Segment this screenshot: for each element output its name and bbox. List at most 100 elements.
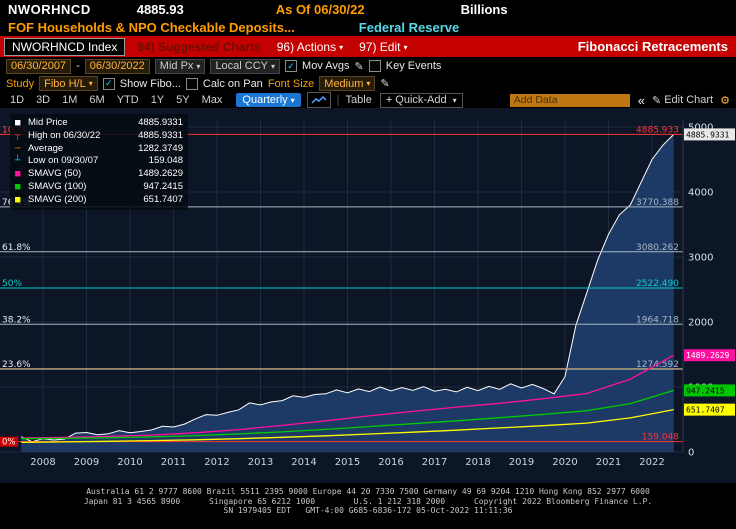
svg-text:2017: 2017 [422, 457, 447, 468]
function-bar: NWORHNCD Index 94) Suggested Charts 96) … [0, 36, 736, 57]
title-row: NWORHNCD 4885.93 As Of 06/30/22 Billions [0, 0, 736, 18]
legend-label: Mid Price [28, 117, 68, 128]
legend-row: ┬ High on 06/30/22 4885.9331 [15, 130, 183, 143]
legend-value: 4885.9331 [138, 117, 183, 128]
legend-value: 159.048 [148, 155, 183, 167]
legend-value: 1282.3749 [138, 142, 183, 154]
mov-avgs-edit-icon[interactable] [355, 60, 364, 73]
svg-text:2008: 2008 [30, 457, 55, 468]
legend-row: ■ SMAVG (100) 947.2415 [15, 181, 183, 194]
price-chart[interactable]: 0100020003000400050004885.933100%3770.38… [0, 108, 736, 483]
period-tab-1d[interactable]: 1D [4, 94, 30, 106]
study-dropdown[interactable]: Fibo H/L [39, 76, 98, 91]
description-row: FOF Households & NPO Checkable Deposits.… [0, 18, 736, 36]
svg-text:2022: 2022 [639, 457, 664, 468]
collapse-panel-icon[interactable] [638, 93, 645, 108]
period-tab-max[interactable]: Max [196, 94, 229, 106]
svg-text:2010: 2010 [117, 457, 142, 468]
period-tab-6m[interactable]: 6M [83, 94, 110, 106]
svg-text:2522.490: 2522.490 [636, 279, 679, 289]
svg-text:2018: 2018 [465, 457, 490, 468]
svg-text:2011: 2011 [161, 457, 186, 468]
frequency-dropdown[interactable]: Quarterly [236, 93, 301, 107]
period-tab-1y[interactable]: 1Y [145, 94, 170, 106]
svg-text:61.8%: 61.8% [2, 243, 31, 253]
svg-text:2009: 2009 [74, 457, 99, 468]
period-tab-5y[interactable]: 5Y [170, 94, 195, 106]
terminal-footer: Australia 61 2 9777 8600 Brazil 5511 239… [0, 483, 736, 529]
function-title: Fibonacci Retracements [577, 39, 728, 54]
table-button[interactable]: Table [346, 94, 372, 106]
ticker-symbol: NWORHNCD [8, 1, 91, 17]
legend-swatch-icon: ─ [15, 143, 21, 154]
footer-session-info: SN 1979405 EDT GMT-4:00 G685-6836-172 05… [223, 506, 513, 515]
currency-dropdown[interactable]: Local CCY [210, 58, 281, 74]
svg-text:2013: 2013 [248, 457, 273, 468]
svg-text:23.6%: 23.6% [2, 360, 31, 370]
legend-label: Low on 09/30/07 [28, 155, 99, 167]
key-events-checkbox[interactable] [368, 60, 381, 72]
period-tab-3d[interactable]: 3D [30, 94, 56, 106]
font-size-dropdown[interactable]: Medium [319, 76, 376, 91]
study-toolbar: Study Fibo H/L Show Fibo... Calc on Pan … [0, 75, 736, 92]
mov-avgs-label: Mov Avgs [302, 60, 350, 72]
edit-chart-button[interactable]: Edit Chart [652, 94, 713, 107]
edit-menu[interactable]: 97) Edit [359, 40, 407, 54]
as-of-date: As Of 06/30/22 [275, 1, 365, 17]
font-size-label: Font Size [267, 77, 315, 90]
security-selector[interactable]: NWORHNCD Index [4, 37, 126, 56]
legend-swatch-icon: ■ [15, 194, 21, 205]
svg-text:38.2%: 38.2% [2, 315, 31, 325]
legend-label: SMAVG (200) [28, 193, 87, 205]
svg-text:3000: 3000 [688, 253, 713, 264]
date-from-input[interactable]: 06/30/2007 [6, 58, 72, 74]
date-range-dash: - [76, 60, 80, 72]
svg-text:2014: 2014 [291, 457, 316, 468]
legend-value: 4885.9331 [138, 129, 183, 141]
legend-swatch-icon: ┴ [15, 156, 21, 167]
date-to-input[interactable]: 06/30/2022 [84, 58, 150, 74]
suggested-charts-button[interactable]: 94) Suggested Charts [137, 40, 260, 54]
legend-row: ■ SMAVG (50) 1489.2629 [15, 168, 183, 181]
legend-label: SMAVG (100) [28, 180, 87, 192]
svg-text:2012: 2012 [204, 457, 229, 468]
show-fibo-checkbox[interactable] [102, 77, 115, 90]
legend-row: ┴ Low on 09/30/07 159.048 [15, 155, 183, 168]
quick-add-button[interactable]: Quick-Add [379, 92, 463, 108]
svg-text:3770.388: 3770.388 [636, 198, 679, 208]
actions-menu[interactable]: 96) Actions [277, 40, 343, 54]
plus-icon [386, 94, 392, 106]
svg-text:2021: 2021 [596, 457, 621, 468]
legend-row: ─ Average 1282.3749 [15, 143, 183, 156]
last-price: 4885.93 [136, 1, 184, 17]
legend-value: 1489.2629 [138, 168, 183, 180]
svg-text:947.2415: 947.2415 [686, 386, 725, 395]
svg-text:4885.933: 4885.933 [636, 125, 679, 135]
price-type-dropdown[interactable]: Mid Px [154, 58, 206, 74]
calc-on-pan-checkbox[interactable] [185, 77, 198, 90]
footer-contacts-2: Japan 81 3 4565 8900 Singapore 65 6212 1… [83, 496, 653, 506]
legend-value: 651.7407 [143, 193, 183, 205]
period-tabs: 1D 3D 1M 6M YTD 1Y 5Y Max [4, 94, 228, 106]
mov-avgs-checkbox[interactable] [285, 60, 298, 72]
svg-text:0%: 0% [2, 438, 16, 448]
legend-label: SMAVG (50) [28, 168, 82, 180]
svg-text:1274.592: 1274.592 [636, 360, 679, 370]
legend-label: Average [28, 142, 64, 154]
svg-text:1964.718: 1964.718 [636, 315, 679, 325]
calc-on-pan-label: Calc on Pan [202, 77, 263, 90]
key-events-label: Key Events [385, 60, 442, 72]
add-data-input[interactable]: Add Data [509, 93, 630, 107]
footer-contacts-1: Australia 61 2 9777 8600 Brazil 5511 239… [86, 487, 650, 496]
edit-chart-label: Edit Chart [664, 94, 714, 106]
period-tab-1m[interactable]: 1M [56, 94, 83, 106]
unit-label: Billions [460, 1, 508, 17]
svg-text:2019: 2019 [509, 457, 534, 468]
settings-gear-icon[interactable] [720, 94, 730, 107]
period-tab-ytd[interactable]: YTD [111, 94, 145, 106]
data-source: Federal Reserve [358, 19, 460, 35]
svg-text:0: 0 [688, 448, 694, 459]
line-chart-icon[interactable] [306, 92, 331, 108]
chart-legend: ■ Mid Price 4885.9331 ┬ High on 06/30/22 4885… [10, 114, 188, 210]
annotate-pencil-icon[interactable] [380, 77, 389, 90]
